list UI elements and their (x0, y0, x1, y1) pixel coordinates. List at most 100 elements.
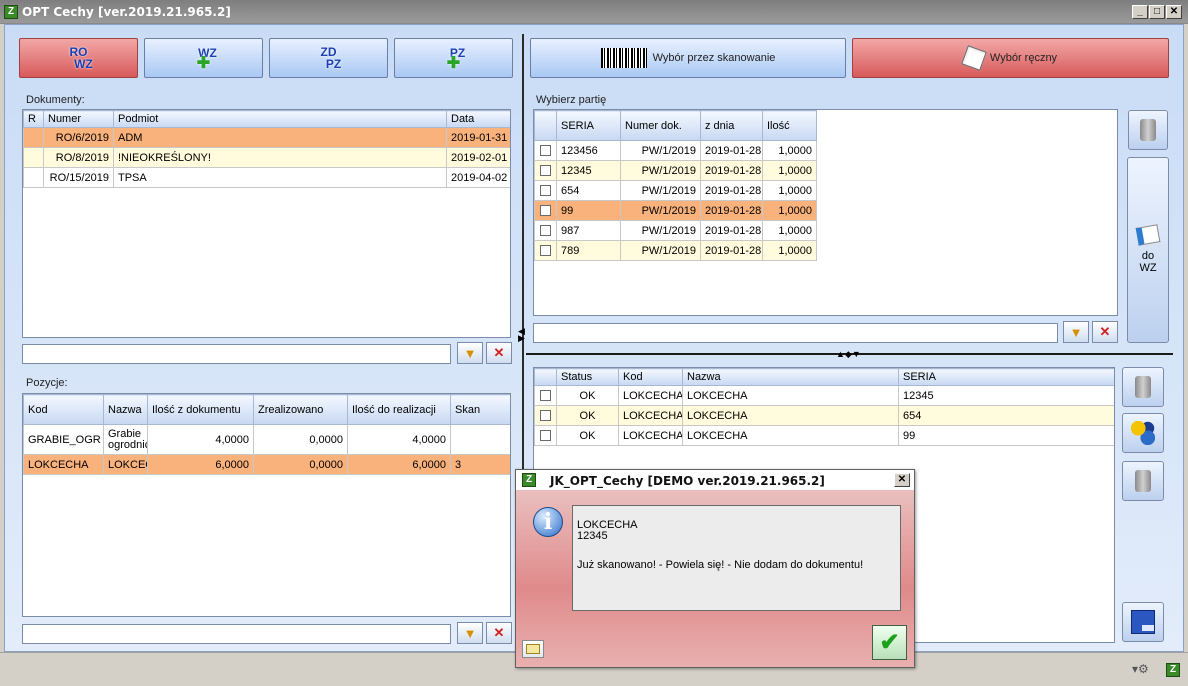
stack-button[interactable] (1122, 413, 1164, 453)
delete-batch-button[interactable] (1128, 110, 1168, 150)
col-header-numer[interactable]: Numer (43, 110, 114, 128)
delete-selected-button[interactable] (1122, 367, 1164, 407)
col-header-podmiot[interactable]: Podmiot (113, 110, 447, 128)
table-row[interactable]: GRABIE_OGR Grabie ogrodnic 4,0000 0,0000… (23, 424, 510, 455)
dialog-close-button[interactable]: ✕ (894, 473, 910, 487)
table-row[interactable]: OK LOKCECHA LOKCECHA 12345 (534, 385, 1114, 406)
window-titlebar: Z OPT Cechy [ver.2019.21.965.2] _ □ ✕ (0, 0, 1188, 24)
window-title: OPT Cechy [ver.2019.21.965.2] (22, 5, 231, 19)
message-dialog: Z JK_OPT_Cechy [DEMO ver.2019.21.965.2] … (515, 469, 915, 668)
save-button[interactable] (1122, 602, 1164, 642)
ok-button[interactable]: ✔ (872, 625, 907, 660)
funnel-icon[interactable]: ▼ (1063, 321, 1089, 343)
batch-grid[interactable]: SERIA Numer dok. z dnia Ilość 123456 PW/… (533, 109, 1118, 316)
to-wz-label-2: WZ (1139, 262, 1157, 274)
col-header-r[interactable]: R (23, 110, 44, 128)
documents-label: Dokumenty: (26, 94, 85, 106)
row-checkbox[interactable] (540, 145, 551, 157)
row-checkbox[interactable] (540, 245, 551, 257)
table-row[interactable]: 987 PW/1/2019 2019-01-28 1,0000 (534, 220, 817, 241)
col-header-nazwa[interactable]: Nazwa (103, 394, 148, 425)
col-header-numer-dok[interactable]: Numer dok. (620, 110, 701, 141)
zd-pz-icon: ZD PZ (320, 45, 342, 71)
close-button[interactable]: ✕ (1166, 5, 1182, 19)
table-row[interactable]: RO/8/2019 !NIEOKREŚLONY! 2019-02-01 (23, 147, 510, 168)
table-row[interactable]: OK LOKCECHA LOKCECHA 654 (534, 405, 1114, 426)
funnel-icon[interactable]: ▼ (457, 342, 483, 364)
col-header-data[interactable]: Data (446, 110, 510, 128)
col-header-skan[interactable]: Skan (450, 394, 510, 425)
row-checkbox[interactable] (540, 410, 551, 422)
documents-grid[interactable]: R Numer Podmiot Data RO/6/2019 ADM 2019-… (22, 109, 511, 338)
new-pz-button[interactable]: PZ ✚ (394, 38, 513, 78)
trash-icon (1140, 119, 1156, 141)
splitter-arrows-horizontal-icon[interactable]: ▲◆▼ (836, 349, 861, 360)
col-header-zrealizowano[interactable]: Zrealizowano (253, 394, 348, 425)
gear-icon[interactable]: ▾⚙ (1132, 662, 1149, 676)
table-row[interactable]: 654 PW/1/2019 2019-01-28 1,0000 (534, 180, 817, 201)
trash-icon (1135, 376, 1151, 398)
trash-check-button[interactable] (1122, 461, 1164, 501)
trash-check-icon (1135, 470, 1151, 492)
manual-select-label: Wybór ręczny (989, 52, 1058, 64)
dialog-message: LOKCECHA 12345 Już skanowano! - Powiela … (572, 505, 901, 611)
row-checkbox[interactable] (540, 165, 551, 177)
positions-filter-input[interactable] (22, 624, 451, 644)
col-header-seria[interactable]: SERIA (898, 368, 1114, 386)
funnel-clear-icon[interactable]: ✕ (486, 342, 512, 364)
dialog-title: JK_OPT_Cechy [DEMO ver.2019.21.965.2] (550, 474, 825, 488)
table-row[interactable]: RO/15/2019 TPSA 2019-04-02 (23, 167, 510, 188)
new-wz-button[interactable]: WZ ✚ (144, 38, 263, 78)
splitter-arrows-icon[interactable]: ◀ ▶ (518, 327, 526, 343)
row-checkbox[interactable] (540, 205, 551, 217)
col-header-status[interactable]: Status (556, 368, 619, 386)
app-logo-icon: Z (4, 5, 18, 19)
funnel-clear-icon[interactable]: ✕ (486, 622, 512, 644)
col-header-z-dnia[interactable]: z dnia (700, 110, 763, 141)
manual-select-button[interactable]: Wybór ręczny (852, 38, 1169, 78)
table-row[interactable]: RO/6/2019 ADM 2019-01-31 (23, 127, 510, 148)
checkmark-icon: ✔ (879, 629, 900, 656)
row-checkbox[interactable] (540, 430, 551, 442)
table-row[interactable]: LOKCECHA LOKCEC 6,0000 0,0000 6,0000 3 (23, 454, 510, 475)
funnel-clear-icon[interactable]: ✕ (1092, 321, 1118, 343)
table-row[interactable]: 789 PW/1/2019 2019-01-28 1,0000 (534, 240, 817, 261)
table-row[interactable]: 12345 PW/1/2019 2019-01-28 1,0000 (534, 160, 817, 181)
col-header-nazwa[interactable]: Nazwa (682, 368, 899, 386)
info-icon: i (533, 507, 563, 537)
envelope-button[interactable] (522, 640, 544, 658)
col-header-ilosc[interactable]: Ilość z dokumentu (147, 394, 254, 425)
dialog-message-line: LOKCECHA (577, 519, 638, 531)
col-header-kod[interactable]: Kod (618, 368, 683, 386)
table-row[interactable]: OK LOKCECHA LOKCECHA 99 (534, 425, 1114, 446)
col-header-seria[interactable]: SERIA (556, 110, 621, 141)
app-logo-icon[interactable]: Z (1166, 663, 1180, 677)
col-header-ilosc[interactable]: Ilość (762, 110, 817, 141)
zd-to-pz-button[interactable]: ZD PZ (269, 38, 388, 78)
col-header-kod[interactable]: Kod (23, 394, 104, 425)
ro-wz-icon: RO WZ (69, 45, 93, 71)
pz-add-icon: PZ ✚ (446, 46, 466, 72)
funnel-icon[interactable]: ▼ (457, 622, 483, 644)
wz-add-icon: WZ ✚ (196, 46, 217, 72)
row-checkbox[interactable] (540, 390, 551, 402)
batch-filter-input[interactable] (533, 323, 1058, 343)
documents-filter-input[interactable] (22, 344, 451, 364)
scan-select-button[interactable]: Wybór przez skanowanie (530, 38, 846, 78)
row-checkbox[interactable] (540, 225, 551, 237)
minimize-button[interactable]: _ (1132, 5, 1148, 19)
dialog-message-line: 12345 (577, 530, 608, 542)
row-checkbox[interactable] (540, 185, 551, 197)
ro-to-wz-button[interactable]: RO WZ (19, 38, 138, 78)
batch-label: Wybierz partię (536, 94, 607, 106)
positions-label: Pozycje: (26, 377, 68, 389)
barcode-icon (600, 48, 647, 68)
dialog-message-line: Już skanowano! - Powiela się! - Nie doda… (577, 559, 864, 571)
to-wz-button[interactable]: do WZ (1127, 157, 1169, 343)
col-header-do-realizacji[interactable]: Ilość do realizacji (347, 394, 451, 425)
table-row[interactable]: 123456 PW/1/2019 2019-01-28 1,0000 (534, 140, 817, 161)
coins-stack-icon (1131, 421, 1155, 445)
table-row[interactable]: 99 PW/1/2019 2019-01-28 1,0000 (534, 200, 817, 221)
maximize-button[interactable]: □ (1149, 5, 1165, 19)
positions-grid[interactable]: Kod Nazwa Ilość z dokumentu Zrealizowano… (22, 393, 511, 617)
